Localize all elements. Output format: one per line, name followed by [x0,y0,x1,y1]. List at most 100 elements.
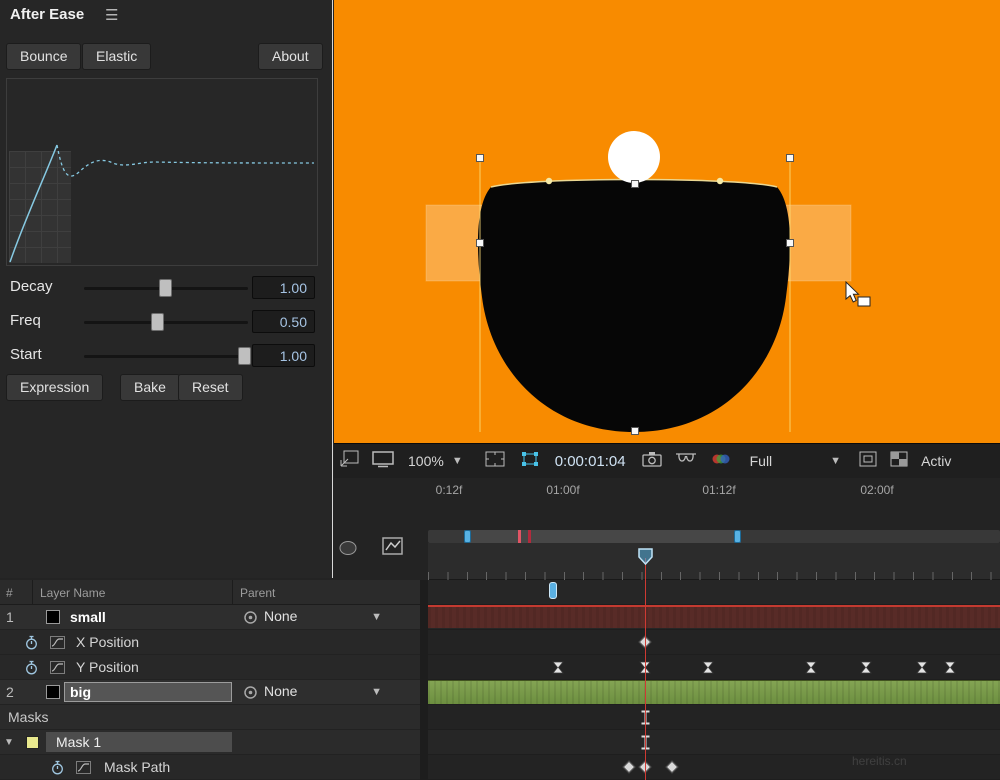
region-of-interest-icon[interactable] [859,451,877,472]
current-timecode[interactable]: 0:00:01:04 [555,453,626,470]
transform-handle[interactable] [631,180,639,188]
zoom-level[interactable]: 100% [408,453,444,469]
start-value-field[interactable]: 1.00 [252,344,315,367]
track-x-position[interactable] [428,630,1000,655]
stopwatch-icon[interactable] [24,660,39,678]
keyframe-bowtie[interactable] [702,661,714,679]
parent-dropdown[interactable]: None ▼ [264,683,386,702]
masks-label: Masks [8,709,49,725]
track-masks[interactable] [428,705,1000,730]
layer-bar-small[interactable] [428,605,1000,628]
keyframe-bowtie[interactable] [552,661,564,679]
panel-menu-icon[interactable]: ☰ [105,6,118,24]
small-circle[interactable] [608,131,660,183]
keyframe-bowtie[interactable] [805,661,817,679]
masks-group-row[interactable]: Masks [0,705,420,730]
keyframe-bowtie[interactable] [944,661,956,679]
mask1-row[interactable]: ▼ Mask 1 [0,730,420,755]
graph-include-icon[interactable] [50,661,65,677]
work-area-start-handle[interactable] [464,530,471,543]
resolution-caret-icon[interactable]: ▼ [830,455,841,467]
path-vertex[interactable] [716,177,724,185]
view-layout-select[interactable]: Activ [921,453,951,469]
composition-viewport[interactable] [334,0,1000,443]
export-frame-icon[interactable] [340,450,360,473]
stopwatch-icon[interactable] [24,635,39,653]
graph-include-icon[interactable] [76,761,91,777]
slider-handle[interactable] [159,279,173,297]
in-point-marker[interactable] [549,582,557,599]
mask-color-swatch[interactable] [26,736,39,749]
work-area-span[interactable] [464,530,741,543]
parent-pickwhip-icon[interactable] [243,685,258,703]
slider-handle[interactable] [238,347,252,365]
property-name[interactable]: X Position [76,634,139,650]
composition-canvas[interactable] [334,0,1000,443]
transform-handle[interactable] [786,239,794,247]
freq-slider[interactable] [84,313,248,331]
track-big[interactable] [428,680,1000,705]
work-area-end-handle[interactable] [734,530,741,543]
snapshot-camera-icon[interactable] [641,451,662,472]
mask-path-row[interactable]: Mask Path [0,755,420,780]
layer-color-swatch[interactable] [46,610,60,624]
big-shape[interactable] [477,179,791,433]
track-mask1[interactable] [428,730,1000,755]
zoom-caret-icon[interactable]: ▼ [452,455,463,467]
keyframe-diamond[interactable] [665,760,679,774]
reset-button[interactable]: Reset [178,374,243,401]
transform-handle[interactable] [631,427,639,435]
graph-editor-icon[interactable] [382,536,404,561]
playhead[interactable] [638,548,653,571]
twirl-down-icon[interactable]: ▼ [4,737,14,748]
parent-pickwhip-icon[interactable] [243,610,258,628]
mask-visibility-icon[interactable] [521,451,539,472]
channels-icon[interactable] [710,451,732,472]
keyframe-bowtie[interactable] [860,661,872,679]
tab-elastic[interactable]: Elastic [82,43,152,70]
transform-handle[interactable] [786,154,794,162]
safe-zones-icon[interactable] [485,451,505,472]
layer-row-big[interactable]: 2 big None ▼ [0,680,420,705]
comp-marker[interactable] [518,530,521,543]
layer-color-swatch[interactable] [46,685,60,699]
bake-button[interactable]: Bake [120,374,180,401]
graph-include-icon[interactable] [50,636,65,652]
start-slider[interactable] [84,347,252,365]
keyframe-diamond[interactable] [622,760,636,774]
path-vertex[interactable] [545,177,553,185]
property-name[interactable]: Y Position [76,659,139,675]
layer-row-small[interactable]: 1 small None ▼ [0,605,420,630]
about-button[interactable]: About [258,43,323,70]
transparency-grid-icon[interactable] [890,451,908,472]
tab-bounce[interactable]: Bounce [6,43,82,70]
property-name[interactable]: Mask Path [104,759,170,775]
freq-value-field[interactable]: 0.50 [252,310,315,333]
freq-slider-row: Freq 0.50 [0,308,333,336]
layer-name: big [70,684,91,700]
show-snapshot-icon[interactable] [675,452,697,470]
slider-handle[interactable] [151,313,165,331]
layer-name[interactable]: small [70,609,106,625]
property-row-y-position[interactable]: Y Position [0,655,420,680]
expression-button[interactable]: Expression [6,374,104,401]
track-small[interactable] [428,605,1000,630]
resolution-select[interactable]: Full [750,453,773,469]
transform-handle[interactable] [476,239,484,247]
layer-name-editbox[interactable]: big [64,682,232,702]
stopwatch-icon[interactable] [50,760,65,778]
decay-value-field[interactable]: 1.00 [252,276,315,299]
property-row-x-position[interactable]: X Position [0,630,420,655]
mask-name-highlight[interactable]: Mask 1 [46,732,232,752]
track-y-position[interactable] [428,655,1000,680]
transform-handle[interactable] [476,154,484,162]
monitor-icon[interactable] [372,450,394,473]
playhead-line[interactable] [645,558,646,780]
decay-slider[interactable] [84,279,248,297]
parent-dropdown[interactable]: None ▼ [264,608,386,627]
keyframe-bowtie[interactable] [916,661,928,679]
track-mask-path[interactable] [428,755,1000,780]
layer-bar-big[interactable] [428,680,1000,704]
motion-blur-icon[interactable] [338,540,358,561]
comp-marker[interactable] [528,530,531,543]
